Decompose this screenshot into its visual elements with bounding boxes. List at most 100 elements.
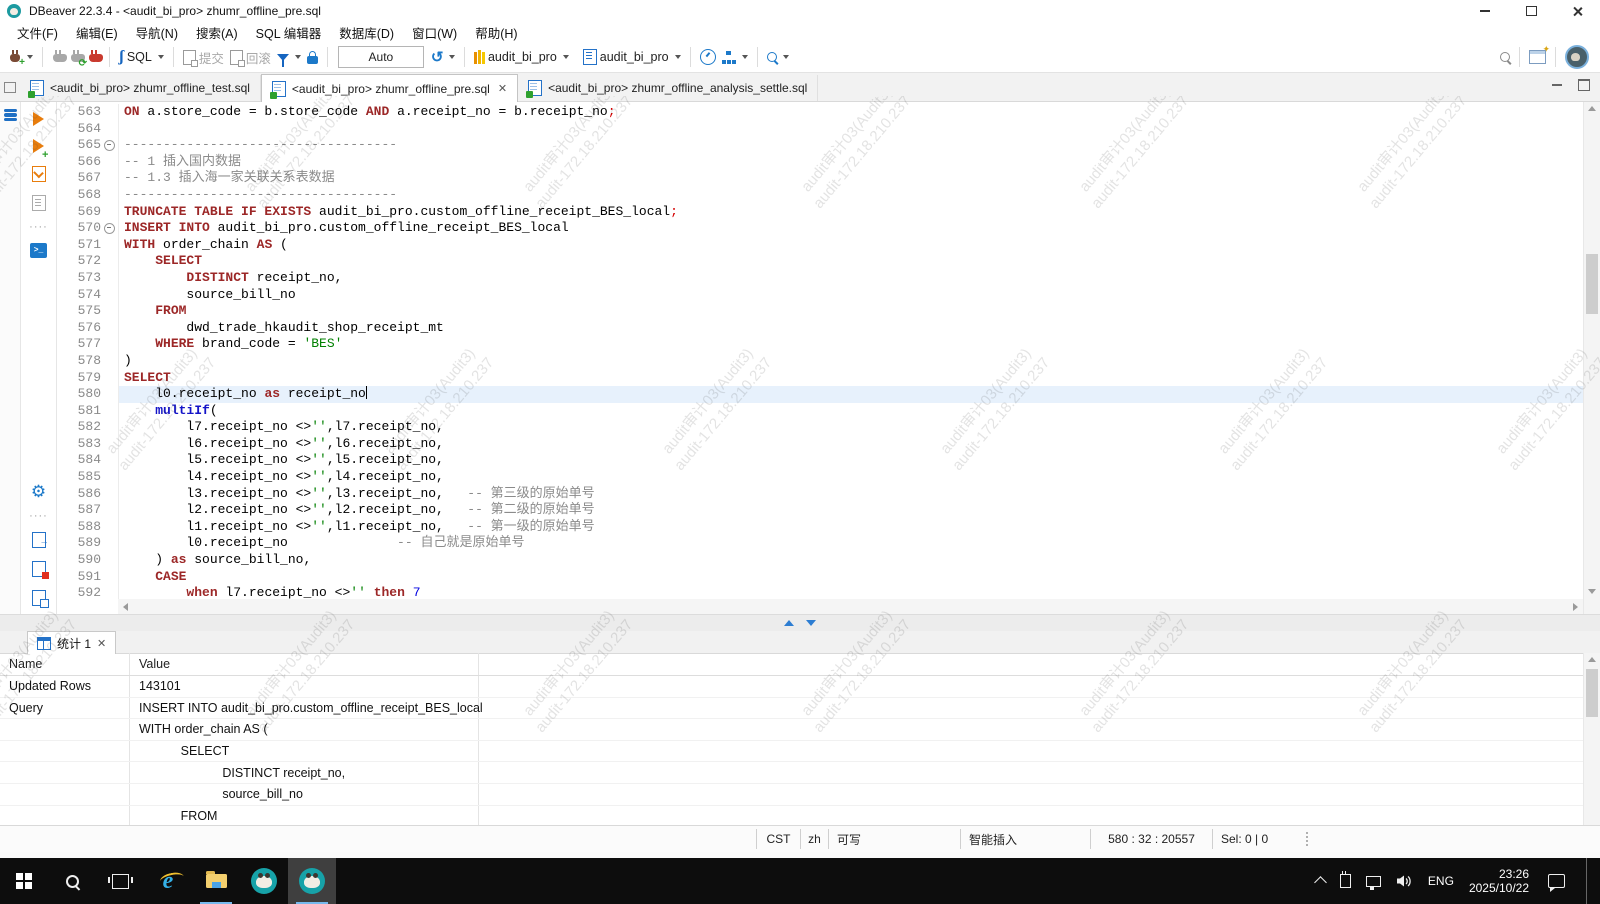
disconnect-button[interactable] xyxy=(85,50,103,64)
new-connection-dropdown[interactable] xyxy=(27,55,33,59)
menu-item-5[interactable]: 数据库(D) xyxy=(330,23,403,42)
maximize-button[interactable] xyxy=(1508,0,1554,22)
menu-item-6[interactable]: 窗口(W) xyxy=(403,23,466,42)
code-line[interactable]: 578) xyxy=(57,353,1583,370)
code-line[interactable]: 565----------------------------------- xyxy=(57,137,1583,154)
code-line[interactable]: 577 WHERE brand_code = 'BES' xyxy=(57,336,1583,353)
results-row-6[interactable]: FROM xyxy=(0,806,1584,825)
taskbar-search-button[interactable] xyxy=(48,858,96,904)
splitter-down-icon[interactable] xyxy=(806,620,816,626)
file-error-icon[interactable] xyxy=(32,561,46,577)
commit-mode-combo[interactable]: Auto xyxy=(338,46,424,68)
language-indicator[interactable]: ENG xyxy=(1428,874,1454,888)
code-line[interactable]: 576 dwd_trade_hkaudit_shop_receipt_mt xyxy=(57,320,1583,337)
transaction-mode-button[interactable] xyxy=(274,54,292,61)
transaction-log-dropdown[interactable] xyxy=(449,55,455,59)
code-line[interactable]: 572 SELECT xyxy=(57,253,1583,270)
scrollbar-thumb[interactable] xyxy=(1586,669,1598,717)
network-icon[interactable] xyxy=(1366,876,1381,887)
sql-editor-button[interactable]: ʃ SQL xyxy=(116,50,155,64)
execute-script-button[interactable] xyxy=(32,166,46,182)
file-save-icon[interactable] xyxy=(32,590,46,606)
code-line[interactable]: 585 l4.receipt_no <>'',l4.receipt_no, xyxy=(57,469,1583,486)
code-line[interactable]: 580 l0.receipt_no as receipt_no xyxy=(57,386,1583,403)
close-button[interactable] xyxy=(1554,0,1600,22)
code-line[interactable]: 579SELECT xyxy=(57,370,1583,387)
tab-close-icon[interactable]: ✕ xyxy=(97,637,106,650)
open-perspective-button[interactable] xyxy=(1526,50,1549,64)
code-line[interactable]: 582 l7.receipt_no <>'',l7.receipt_no, xyxy=(57,419,1583,436)
menu-item-4[interactable]: SQL 编辑器 xyxy=(247,23,331,42)
code-line[interactable]: 568----------------------------------- xyxy=(57,187,1583,204)
menu-item-1[interactable]: 编辑(E) xyxy=(67,23,127,42)
code-line[interactable]: 581 multiIf( xyxy=(57,403,1583,420)
reconnect-button[interactable]: ⟳ xyxy=(67,50,85,64)
results-row-4[interactable]: DISTINCT receipt_no, xyxy=(0,762,1584,784)
maximize-view-icon[interactable] xyxy=(1578,79,1590,91)
scroll-up-icon[interactable] xyxy=(1588,657,1596,662)
scroll-up-icon[interactable] xyxy=(1588,106,1596,111)
search-dropdown[interactable] xyxy=(783,55,789,59)
column-header-name[interactable]: Name xyxy=(0,653,130,675)
code-line[interactable]: 591 CASE xyxy=(57,569,1583,586)
code-line[interactable]: 587 l2.receipt_no <>'',l2.receipt_no, --… xyxy=(57,502,1583,519)
sql-console-button[interactable]: >_ xyxy=(30,243,47,258)
taskbar-clock[interactable]: 23:26 2025/10/22 xyxy=(1469,867,1529,895)
code-editor[interactable]: 563ON a.store_code = b.store_code AND a.… xyxy=(57,102,1583,614)
tray-expand-icon[interactable] xyxy=(1314,876,1327,889)
dashboard-button[interactable] xyxy=(697,49,719,65)
menu-item-3[interactable]: 搜索(A) xyxy=(187,23,247,42)
tab-close-icon[interactable]: ✕ xyxy=(498,82,507,95)
file-explorer-button[interactable] xyxy=(192,858,240,904)
code-line[interactable]: 564 xyxy=(57,121,1583,138)
database-navigator-icon[interactable] xyxy=(4,109,17,122)
code-line[interactable]: 574 source_bill_no xyxy=(57,287,1583,304)
scroll-right-icon[interactable] xyxy=(1573,603,1578,611)
dbeaver-active-taskbar-button[interactable] xyxy=(288,858,336,904)
minimize-button[interactable] xyxy=(1462,0,1508,22)
task-view-button[interactable] xyxy=(96,858,144,904)
new-connection-button[interactable]: + xyxy=(6,50,24,64)
execute-statement-button[interactable] xyxy=(33,112,44,126)
column-header-value[interactable]: Value xyxy=(130,653,479,675)
execute-new-tab-button[interactable]: + xyxy=(33,139,44,153)
dbeaver-taskbar-button[interactable] xyxy=(240,858,288,904)
action-center-icon[interactable] xyxy=(1548,874,1565,888)
editor-tab-1[interactable]: <audit_bi_pro> zhumr_offline_pre.sql✕ xyxy=(261,74,518,102)
editor-tab-0[interactable]: <audit_bi_pro> zhumr_offline_test.sql xyxy=(20,75,261,101)
code-line[interactable]: 586 l3.receipt_no <>'',l3.receipt_no, --… xyxy=(57,486,1583,503)
transaction-log-button[interactable]: ↺ xyxy=(428,50,447,65)
code-line[interactable]: 563ON a.store_code = b.store_code AND a.… xyxy=(57,104,1583,121)
show-desktop-button[interactable] xyxy=(1586,858,1592,904)
schema-selector[interactable]: audit_bi_pro xyxy=(580,49,672,65)
commit-button[interactable]: 提交 xyxy=(180,48,227,67)
menu-item-7[interactable]: 帮助(H) xyxy=(466,23,526,42)
internet-explorer-button[interactable]: e xyxy=(144,858,192,904)
connection-selector[interactable]: audit_bi_pro xyxy=(471,50,559,64)
restore-icon[interactable] xyxy=(4,82,16,93)
transaction-mode-dropdown[interactable] xyxy=(295,55,301,59)
code-line[interactable]: 567-- 1.3 插入海一家关联关系表数据 xyxy=(57,170,1583,187)
results-row-1[interactable]: QueryINSERT INTO audit_bi_pro.custom_off… xyxy=(0,698,1584,720)
tasks-dropdown[interactable] xyxy=(742,55,748,59)
editor-results-splitter[interactable] xyxy=(0,614,1600,631)
splitter-up-icon[interactable] xyxy=(784,620,794,626)
code-line[interactable]: 569TRUNCATE TABLE IF EXISTS audit_bi_pro… xyxy=(57,204,1583,221)
scroll-left-icon[interactable] xyxy=(123,603,128,611)
code-line[interactable]: 571WITH order_chain AS ( xyxy=(57,237,1583,254)
code-line[interactable]: 584 l5.receipt_no <>'',l5.receipt_no, xyxy=(57,452,1583,469)
fold-collapse-icon[interactable] xyxy=(104,140,115,151)
code-line[interactable]: 573 DISTINCT receipt_no, xyxy=(57,270,1583,287)
menu-item-0[interactable]: 文件(F) xyxy=(8,23,67,42)
start-button[interactable] xyxy=(0,858,48,904)
rollback-button[interactable]: 回滚 xyxy=(227,48,274,67)
results-row-3[interactable]: SELECT xyxy=(0,741,1584,763)
schema-selector-dropdown[interactable] xyxy=(675,55,681,59)
editor-tab-2[interactable]: <audit_bi_pro> zhumr_offline_analysis_se… xyxy=(518,75,818,101)
sql-editor-dropdown[interactable] xyxy=(158,55,164,59)
code-line[interactable]: 588 l1.receipt_no <>'',l1.receipt_no, --… xyxy=(57,519,1583,536)
statistics-tab[interactable]: 统计 1 ✕ xyxy=(27,631,116,654)
code-line[interactable]: 583 l6.receipt_no <>'',l6.receipt_no, xyxy=(57,436,1583,453)
menu-item-2[interactable]: 导航(N) xyxy=(127,23,187,42)
results-vertical-scrollbar[interactable] xyxy=(1583,653,1600,825)
